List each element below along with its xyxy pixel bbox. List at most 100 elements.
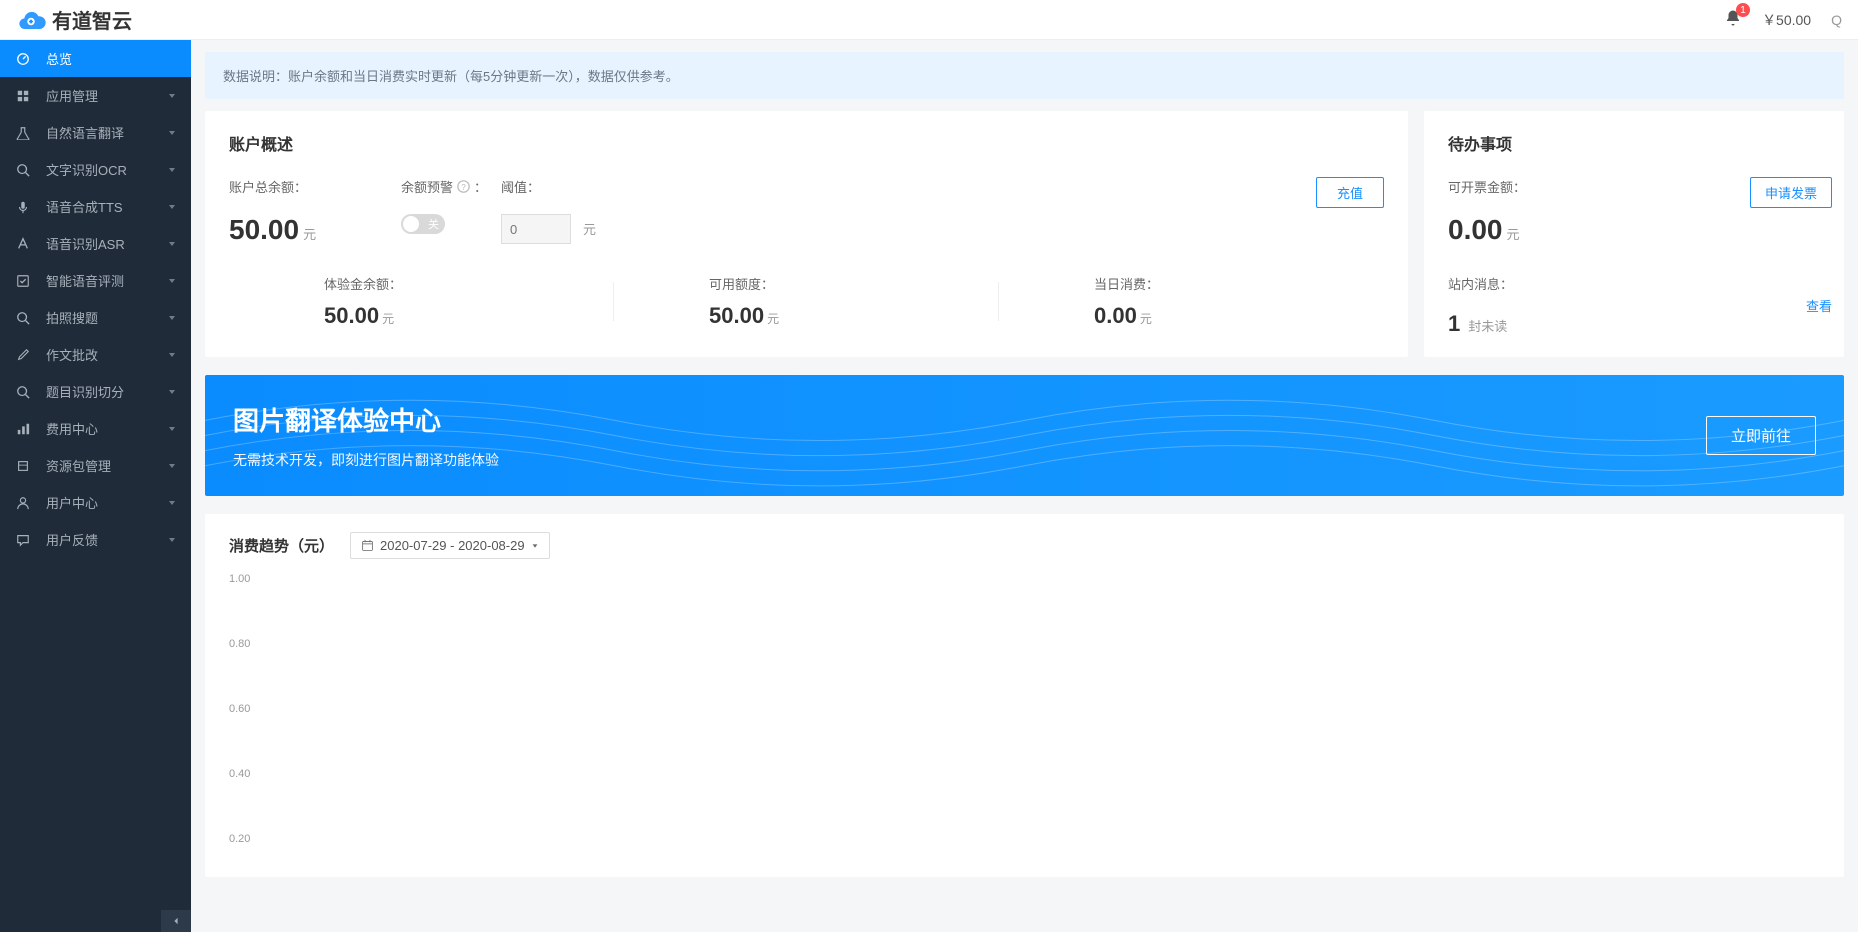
sidebar-item-3[interactable]: 文字识别OCR (0, 151, 191, 188)
mic-icon (16, 200, 30, 214)
brand-logo[interactable]: 有道智云 (16, 5, 132, 34)
cloud-icon (16, 8, 46, 32)
y-tick: 0.60 (229, 703, 250, 715)
sidebar-item-label: 用户中心 (46, 493, 98, 512)
sidebar-collapse-button[interactable] (161, 910, 191, 932)
sidebar-item-7[interactable]: 拍照搜题 (0, 299, 191, 336)
notice-label: 数据说明： (223, 69, 288, 84)
balance-label: 账户总余额： (229, 177, 401, 196)
chevron-down-icon (167, 202, 177, 212)
chevron-down-icon (167, 461, 177, 471)
date-range-text: 2020-07-29 - 2020-08-29 (380, 538, 525, 553)
stat-unit: 元 (767, 310, 779, 327)
chevron-left-icon (172, 917, 180, 925)
brand-text: 有道智云 (52, 5, 132, 34)
stat-label: 当日消费： (1094, 274, 1384, 293)
header-balance: ￥50.00 (1762, 10, 1811, 30)
todo-title: 待办事项 (1448, 131, 1832, 155)
user-avatar-hint[interactable]: Q (1831, 12, 1842, 28)
stat-unit: 元 (1140, 310, 1152, 327)
stat-value: 0.00 (1094, 303, 1137, 329)
chevron-down-icon (167, 424, 177, 434)
search-icon (16, 385, 30, 399)
sidebar-item-11[interactable]: 资源包管理 (0, 447, 191, 484)
chevron-down-icon (167, 239, 177, 249)
calendar-icon (361, 539, 374, 552)
sidebar-item-13[interactable]: 用户反馈 (0, 521, 191, 558)
chevron-down-icon (167, 165, 177, 175)
chart-icon (16, 422, 30, 436)
chart-plot-area: 1.000.800.600.400.20 (229, 579, 1820, 859)
data-notice: 数据说明：账户余额和当日消费实时更新（每5分钟更新一次），数据仅供参考。 (205, 52, 1844, 99)
user-icon (16, 496, 30, 510)
sidebar-item-label: 自然语言翻译 (46, 123, 124, 142)
msg-label: 站内消息： (1448, 274, 1513, 293)
banner-cta-button[interactable]: 立即前往 (1706, 416, 1816, 455)
font-icon (16, 237, 30, 251)
stat-value: 50.00 (324, 303, 379, 329)
sidebar-item-label: 作文批改 (46, 345, 98, 364)
notice-text: 账户余额和当日消费实时更新（每5分钟更新一次），数据仅供参考。 (288, 69, 679, 84)
threshold-label: 阈值： (501, 177, 1300, 196)
sidebar-item-8[interactable]: 作文批改 (0, 336, 191, 373)
help-icon[interactable]: ? (457, 180, 470, 193)
promo-banner: 图片翻译体验中心 无需技术开发，即刻进行图片翻译功能体验 立即前往 (205, 375, 1844, 496)
sidebar-item-0[interactable]: 总览 (0, 40, 191, 77)
sidebar-item-label: 应用管理 (46, 86, 98, 105)
sidebar-item-label: 用户反馈 (46, 530, 98, 549)
sidebar-item-10[interactable]: 费用中心 (0, 410, 191, 447)
flask-icon (16, 126, 30, 140)
apply-invoice-button[interactable]: 申请发票 (1750, 177, 1832, 208)
sidebar-item-1[interactable]: 应用管理 (0, 77, 191, 114)
chevron-down-icon (167, 350, 177, 360)
recharge-button[interactable]: 充值 (1316, 177, 1384, 208)
msg-unread-text: 封未读 (1468, 316, 1507, 335)
search-icon (16, 163, 30, 177)
chevron-down-icon (167, 313, 177, 323)
sidebar-item-6[interactable]: 智能语音评测 (0, 262, 191, 299)
view-messages-link[interactable]: 查看 (1806, 296, 1832, 315)
sidebar-item-label: 文字识别OCR (46, 160, 127, 179)
sidebar-item-label: 语音识别ASR (46, 234, 125, 253)
stat-0: 体验金余额：50.00元 (229, 274, 614, 329)
y-tick: 0.80 (229, 638, 250, 650)
edit-icon (16, 348, 30, 362)
sidebar-item-label: 总览 (46, 49, 72, 68)
sidebar-item-2[interactable]: 自然语言翻译 (0, 114, 191, 151)
stat-label: 可用额度： (709, 274, 999, 293)
toggle-text: 关 (428, 216, 439, 232)
caret-down-icon (531, 542, 539, 550)
stat-1: 可用额度：50.00元 (614, 274, 999, 329)
sidebar-item-12[interactable]: 用户中心 (0, 484, 191, 521)
svg-text:?: ? (461, 183, 466, 192)
todo-card: 待办事项 可开票金额： 0.00 元 申请发票 站内消息： (1424, 111, 1844, 357)
y-tick: 1.00 (229, 573, 250, 585)
stat-unit: 元 (382, 310, 394, 327)
sidebar-item-label: 资源包管理 (46, 456, 111, 475)
sidebar-item-label: 拍照搜题 (46, 308, 98, 327)
sidebar: 总览应用管理自然语言翻译文字识别OCR 语音合成TTS 语音识别ASR 智能语音评测拍… (0, 40, 191, 932)
balance-value: 50.00 (229, 214, 299, 246)
chart-title: 消费趋势（元） (229, 535, 334, 556)
package-icon (16, 459, 30, 473)
sidebar-item-label: 题目识别切分 (46, 382, 124, 401)
sidebar-item-label: 语音合成TTS (46, 197, 123, 216)
check-icon (16, 274, 30, 288)
threshold-input[interactable] (501, 214, 571, 244)
balance-warn-toggle[interactable]: 关 (401, 214, 445, 234)
sidebar-item-9[interactable]: 题目识别切分 (0, 373, 191, 410)
sidebar-item-5[interactable]: 语音识别ASR (0, 225, 191, 262)
y-tick: 0.20 (229, 833, 250, 845)
sidebar-item-4[interactable]: 语音合成TTS (0, 188, 191, 225)
warn-label: 余额预警 (401, 177, 453, 196)
banner-subtitle: 无需技术开发，即刻进行图片翻译功能体验 (233, 450, 499, 470)
notifications-button[interactable]: 1 (1724, 9, 1742, 30)
invoice-unit: 元 (1507, 224, 1520, 243)
account-title: 账户概述 (229, 131, 1384, 155)
sidebar-item-label: 智能语音评测 (46, 271, 124, 290)
notification-badge: 1 (1736, 3, 1750, 17)
chevron-down-icon (167, 91, 177, 101)
threshold-unit: 元 (583, 219, 596, 238)
date-range-picker[interactable]: 2020-07-29 - 2020-08-29 (350, 532, 550, 559)
y-tick: 0.40 (229, 768, 250, 780)
